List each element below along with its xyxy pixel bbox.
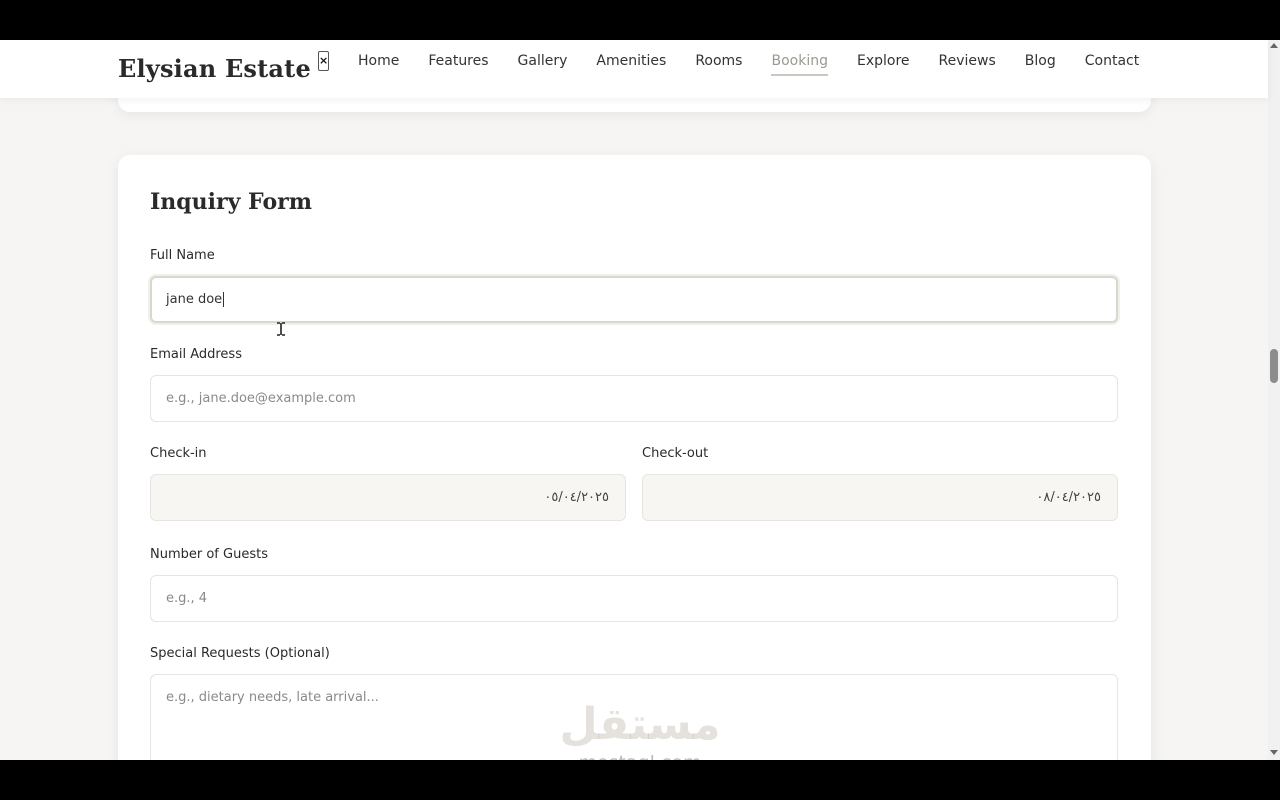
check-out-value: ٠٨/٠٤/٢٠٢٥: [1036, 490, 1101, 505]
brand-logo[interactable]: Elysian Estate: [118, 54, 311, 83]
special-requests-label: Special Requests (Optional): [150, 646, 330, 661]
watermark: مستقل mostaql.com: [540, 699, 740, 761]
text-caret: [223, 292, 225, 307]
watermark-latin-text: mostaql.com: [540, 752, 740, 760]
nav-booking[interactable]: Booking: [771, 52, 828, 76]
close-menu-button[interactable]: ×: [318, 51, 329, 71]
screen-top-bar: [0, 0, 1280, 40]
nav-reviews[interactable]: Reviews: [939, 52, 996, 76]
check-in-value: ٠٥/٠٤/٢٠٢٥: [544, 490, 609, 505]
nav-home[interactable]: Home: [358, 52, 399, 76]
site-header: Elysian Estate × Home Features Gallery A…: [0, 40, 1268, 98]
guests-label: Number of Guests: [150, 547, 268, 562]
watermark-arabic-text: مستقل: [559, 699, 721, 750]
email-placeholder: e.g., jane.doe@example.com: [166, 391, 356, 406]
screen-bottom-bar: [0, 760, 1280, 800]
nav-blog[interactable]: Blog: [1025, 52, 1056, 76]
page-scrollbar[interactable]: [1268, 40, 1280, 760]
check-out-input[interactable]: ٠٨/٠٤/٢٠٢٥: [642, 474, 1118, 521]
nav-rooms[interactable]: Rooms: [695, 52, 742, 76]
email-label: Email Address: [150, 347, 242, 362]
full-name-label: Full Name: [150, 248, 215, 263]
guests-placeholder: e.g., 4: [166, 591, 208, 606]
scroll-up-arrow-icon[interactable]: [1270, 43, 1278, 48]
nav-explore[interactable]: Explore: [857, 52, 910, 76]
nav-contact[interactable]: Contact: [1085, 52, 1139, 76]
i-beam-cursor-icon: [277, 322, 285, 336]
main-nav: Home Features Gallery Amenities Rooms Bo…: [358, 52, 1168, 76]
form-title: Inquiry Form: [150, 189, 313, 215]
browser-viewport: Elysian Estate × Home Features Gallery A…: [0, 40, 1280, 760]
scroll-down-arrow-icon[interactable]: [1270, 750, 1278, 755]
check-in-input[interactable]: ٠٥/٠٤/٢٠٢٥: [150, 474, 626, 521]
check-out-label: Check-out: [642, 446, 709, 461]
full-name-input[interactable]: jane doe: [150, 276, 1118, 323]
nav-amenities[interactable]: Amenities: [596, 52, 666, 76]
guests-input[interactable]: e.g., 4: [150, 575, 1118, 622]
inquiry-form-card: Inquiry Form Full Name jane doe Email Ad…: [118, 155, 1151, 760]
email-input[interactable]: e.g., jane.doe@example.com: [150, 375, 1118, 422]
full-name-value: jane doe: [166, 292, 223, 307]
scrollbar-thumb[interactable]: [1270, 349, 1278, 383]
special-requests-placeholder: e.g., dietary needs, late arrival...: [166, 690, 379, 705]
check-in-label: Check-in: [150, 446, 207, 461]
nav-features[interactable]: Features: [428, 52, 488, 76]
nav-gallery[interactable]: Gallery: [518, 52, 568, 76]
